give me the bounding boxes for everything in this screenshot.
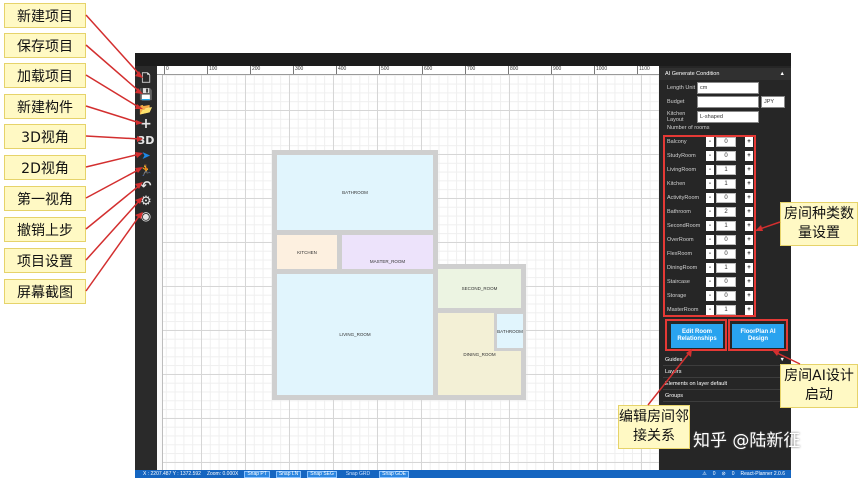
callout-arrows [85, 14, 801, 406]
